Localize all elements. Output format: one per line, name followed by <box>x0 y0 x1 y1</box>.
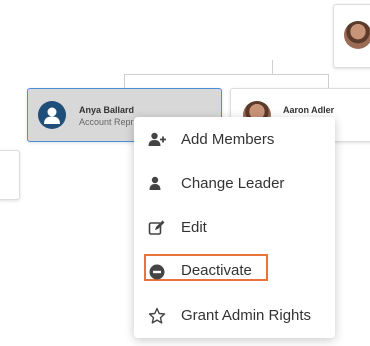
menu-item-deactivate[interactable]: Deactivate <box>134 250 335 294</box>
connector-line-vertical-top <box>272 60 273 74</box>
node-title: Account Repr <box>79 117 134 127</box>
org-node-card-parent[interactable] <box>333 4 370 68</box>
connector-line-right-drop <box>328 74 329 88</box>
node-name: Aaron Adler <box>283 105 335 115</box>
menu-item-label: Add Members <box>181 131 275 148</box>
user-icon <box>148 175 166 193</box>
user-silhouette-icon <box>38 101 66 129</box>
menu-item-change-leader[interactable]: Change Leader <box>134 162 335 206</box>
menu-item-label: Grant Admin Rights <box>181 307 312 324</box>
menu-item-label: Edit <box>181 219 207 236</box>
star-outline-icon <box>148 307 166 325</box>
menu-item-edit[interactable]: Edit <box>134 206 335 250</box>
org-node-card-left[interactable] <box>0 150 20 200</box>
minus-circle-icon <box>148 263 166 281</box>
edit-icon <box>148 219 166 237</box>
connector-line-left-drop <box>124 74 125 88</box>
menu-item-label: Change Leader <box>181 175 285 192</box>
context-menu: Add Members Change Leader Edit Deactivat… <box>134 117 335 338</box>
connector-line-horizontal <box>124 74 329 75</box>
menu-item-add-members[interactable]: Add Members <box>134 118 335 162</box>
menu-item-grant-admin-rights[interactable]: Grant Admin Rights <box>134 294 335 338</box>
add-user-icon <box>148 131 166 149</box>
node-name: Anya Ballard <box>79 105 135 115</box>
avatar <box>344 21 370 49</box>
menu-item-label: Deactivate <box>181 262 252 279</box>
